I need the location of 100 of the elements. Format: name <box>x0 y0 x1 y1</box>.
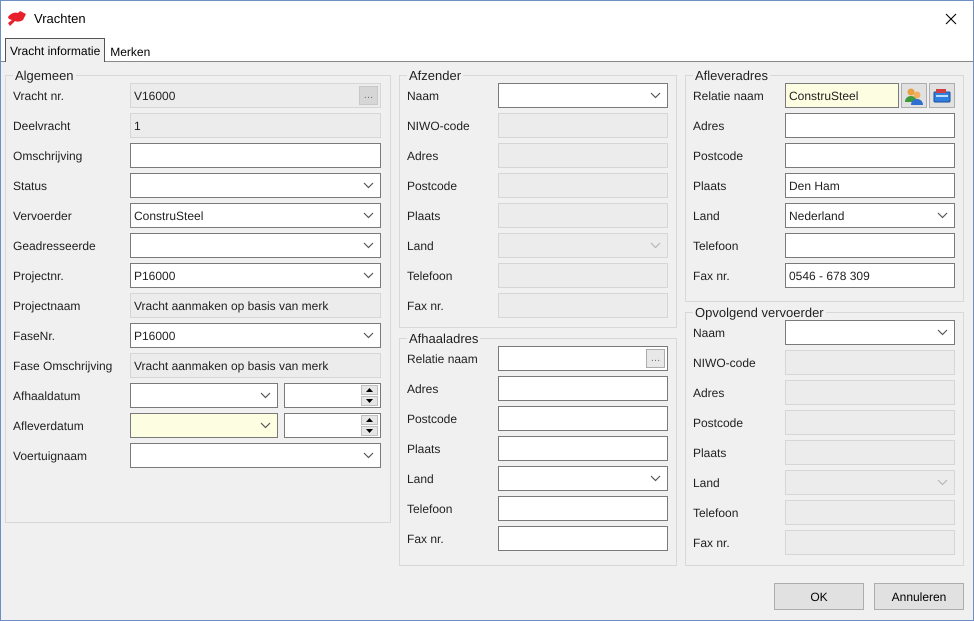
text-field[interactable] <box>498 406 668 431</box>
field-label: NIWO-code <box>693 356 757 370</box>
chevron-down-icon <box>937 329 948 336</box>
text-field[interactable] <box>498 496 668 521</box>
field-label: Land <box>407 238 435 252</box>
date-dropdown[interactable] <box>130 413 278 438</box>
time-field[interactable] <box>284 383 381 408</box>
field-label: Adres <box>407 382 440 396</box>
app-logo-icon <box>7 10 27 26</box>
field-label: Vervoerder <box>13 208 73 222</box>
field-label: Omschrijving <box>13 148 84 162</box>
text-field[interactable]: ConstruSteel <box>785 83 899 108</box>
down-arrow-icon <box>366 429 373 433</box>
spin-up-button[interactable] <box>361 385 378 395</box>
field-label: Plaats <box>407 442 442 456</box>
field-label: Postcode <box>407 412 458 426</box>
dropdown[interactable] <box>130 173 381 198</box>
people-icon <box>904 86 924 104</box>
field-label: Status <box>13 178 48 192</box>
field-label: Relatie naam <box>693 88 765 102</box>
window-title: Vrachten <box>34 11 87 26</box>
group-title: Afzender <box>408 68 462 83</box>
field-label: Land <box>693 476 721 490</box>
tab[interactable]: Vracht informatie <box>5 38 106 62</box>
text-field[interactable] <box>498 436 668 461</box>
text-field[interactable] <box>785 143 955 168</box>
field-label: Plaats <box>693 178 728 192</box>
spin-down-button[interactable] <box>361 396 378 406</box>
chevron-down-icon <box>363 452 374 459</box>
dropdown[interactable]: Nederland <box>785 203 955 228</box>
field-label: Deelvracht <box>13 118 72 132</box>
text-field[interactable]: Den Ham <box>785 173 955 198</box>
text-field[interactable] <box>785 113 955 138</box>
field-label: Adres <box>407 148 440 162</box>
group-title: Afleveradres <box>694 68 769 83</box>
chevron-down-icon <box>363 182 374 189</box>
contacts-button[interactable] <box>901 83 927 108</box>
field-label: Telefoon <box>693 506 740 520</box>
text-field[interactable]: … <box>498 346 668 371</box>
field-label: Fax nr. <box>693 536 731 550</box>
up-arrow-icon <box>366 418 373 422</box>
field-label: Projectnaam <box>13 298 82 312</box>
field-label: Postcode <box>693 148 744 162</box>
group-title: Afhaaladres <box>408 331 480 346</box>
dropdown[interactable] <box>498 83 668 108</box>
text-field[interactable] <box>498 376 668 401</box>
chevron-down-icon <box>363 242 374 249</box>
field-label: Telefoon <box>693 238 740 252</box>
field-label: Relatie naam <box>407 352 479 366</box>
field-label: Fax nr. <box>407 532 445 546</box>
field-label: FaseNr. <box>13 328 56 342</box>
spin-up-button[interactable] <box>361 415 378 425</box>
dialog-button[interactable]: Annuleren <box>874 583 964 610</box>
dropdown[interactable] <box>785 320 955 345</box>
dropdown[interactable] <box>498 466 668 491</box>
field-label: Land <box>407 472 435 486</box>
field-label: Vracht nr. <box>13 88 65 102</box>
chevron-down-icon <box>650 475 661 482</box>
field-label: Plaats <box>693 446 728 460</box>
chevron-down-icon <box>650 92 661 99</box>
down-arrow-icon <box>366 399 373 403</box>
field-label: Afhaaldatum <box>13 388 82 402</box>
field-label: Land <box>693 208 721 222</box>
dropdown[interactable]: P16000 <box>130 323 381 348</box>
chevron-down-icon <box>937 479 948 486</box>
dropdown[interactable]: P16000 <box>130 263 381 288</box>
close-icon <box>945 12 957 24</box>
field-label: Postcode <box>407 178 458 192</box>
field-label: Naam <box>693 326 726 340</box>
field-label: Fax nr. <box>693 268 731 282</box>
chevron-down-icon <box>260 422 271 429</box>
address-card-button[interactable] <box>929 83 955 108</box>
group-title: Algemeen <box>14 68 75 83</box>
text-field[interactable] <box>130 143 381 168</box>
browse-button[interactable]: … <box>646 349 665 368</box>
field-label: Plaats <box>407 208 442 222</box>
date-dropdown[interactable] <box>130 383 278 408</box>
card-icon <box>932 88 952 104</box>
dropdown[interactable]: ConstruSteel <box>130 203 381 228</box>
field-label: Naam <box>407 88 440 102</box>
spin-down-button[interactable] <box>361 426 378 436</box>
field-label: NIWO-code <box>407 118 471 132</box>
group-title: Opvolgend vervoerder <box>694 305 825 320</box>
text-field[interactable] <box>785 233 955 258</box>
field-label: Telefoon <box>407 502 454 516</box>
text-field[interactable]: 0546 - 678 309 <box>785 263 955 288</box>
up-arrow-icon <box>366 388 373 392</box>
dialog-button[interactable]: OK <box>774 583 864 610</box>
chevron-down-icon <box>260 392 271 399</box>
time-field[interactable] <box>284 413 381 438</box>
chevron-down-icon <box>363 332 374 339</box>
chevron-down-icon <box>363 212 374 219</box>
field-label: Projectnr. <box>13 268 65 282</box>
dropdown[interactable] <box>130 233 381 258</box>
field-label: Afleverdatum <box>13 418 85 432</box>
dropdown[interactable] <box>130 443 381 468</box>
field-label: Adres <box>693 386 726 400</box>
field-label: Voertuignaam <box>13 448 88 462</box>
text-field[interactable] <box>498 526 668 551</box>
chevron-down-icon <box>937 212 948 219</box>
